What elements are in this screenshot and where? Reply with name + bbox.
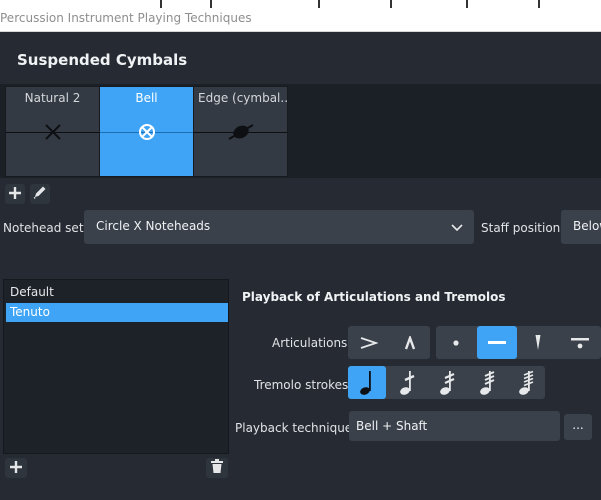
cell-natural-2[interactable]: Natural 2 [5,86,100,177]
tremolo-4-icon[interactable] [507,366,545,399]
edit-cell-button[interactable] [30,184,50,204]
staff-position-value: Below [573,219,601,233]
x-notehead-icon [6,121,99,143]
bottom-bar [0,488,601,500]
cell-edge[interactable]: Edge (cymbal... [193,86,288,177]
tremolo-group [348,366,545,399]
playback-technique-field[interactable]: Bell + Shaft [349,411,560,441]
tenuto-icon[interactable] [477,326,517,359]
dialog-content: Suspended Cymbals Natural 2 Bell Edge (c… [0,32,601,500]
group-title: Suspended Cymbals [17,51,188,69]
staccato-icon[interactable] [436,326,476,359]
tremolo-strokes-label: Tremolo strokes: [254,378,353,392]
staccatissimo-icon[interactable] [518,326,558,359]
tenuto-staccato-icon[interactable] [559,326,601,359]
add-cell-button[interactable] [5,184,25,204]
articulation-group-1 [348,326,430,359]
pencil-icon [32,184,48,205]
delete-technique-button[interactable] [206,458,228,478]
notehead-set-value: Circle X Noteheads [96,219,211,233]
accent-icon[interactable] [348,326,389,359]
cell-label: Bell [135,91,158,105]
chevron-down-icon [450,219,464,238]
window-title: Percussion Instrument Playing Techniques [0,11,252,25]
tremolo-0-icon[interactable] [348,366,386,399]
staff-position-label: Staff position: [481,221,565,235]
plus-icon [9,459,23,478]
playback-section-title: Playback of Articulations and Tremolos [242,290,506,304]
window-titlebar: Percussion Instrument Playing Techniques [0,8,601,32]
background-strip [0,0,601,8]
technique-cells-panel: Natural 2 Bell Edge (cymbal... [0,84,601,178]
notehead-set-dropdown[interactable]: Circle X Noteheads [84,210,474,244]
list-item[interactable]: Default [6,283,228,302]
cell-label: Natural 2 [24,91,81,105]
list-item[interactable]: Tenuto [6,303,228,322]
slashed-oval-notehead-icon [194,121,287,143]
staff-position-dropdown[interactable]: Below [561,210,601,244]
add-technique-button[interactable] [5,458,27,478]
plus-icon [8,184,22,205]
tremolo-1-icon[interactable] [388,366,426,399]
articulations-label: Articulations: [272,336,352,350]
more-button[interactable]: ... [564,414,592,440]
trash-icon [210,458,224,478]
marcato-icon[interactable] [389,326,430,359]
articulation-group-2 [436,326,601,359]
playback-technique-value: Bell + Shaft [356,419,428,433]
cell-label: Edge (cymbal... [198,91,287,105]
tremolo-3-icon[interactable] [468,366,506,399]
cell-bell[interactable]: Bell [99,86,194,177]
notehead-set-label: Notehead set: [3,221,88,235]
circle-x-notehead-icon [100,121,193,143]
tremolo-2-icon[interactable] [428,366,466,399]
playback-technique-label: Playback technique: [235,421,357,435]
technique-list: Default Tenuto [3,279,229,454]
